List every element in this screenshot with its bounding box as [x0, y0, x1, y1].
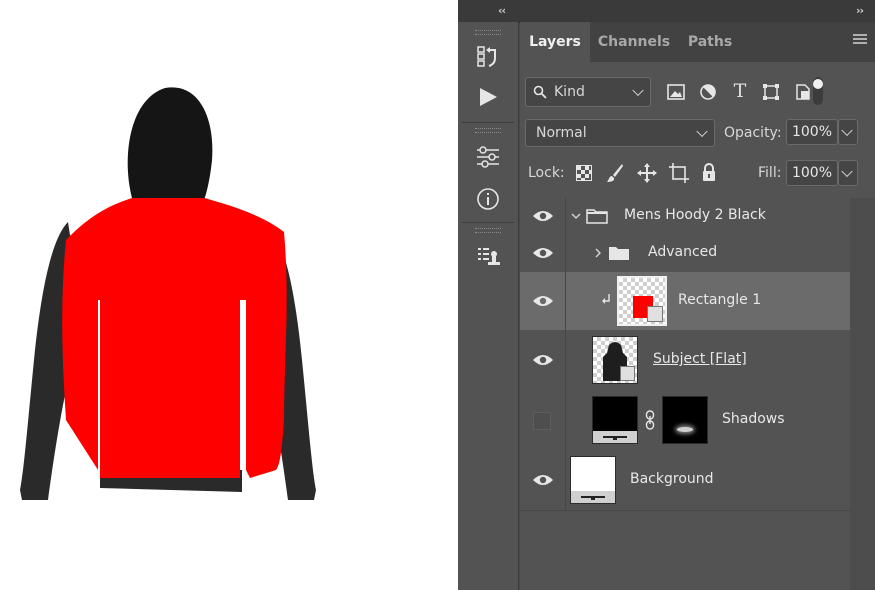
layer-row-subject-flat[interactable]: Subject [Flat]	[520, 330, 850, 391]
layer-row-background[interactable]: Background	[520, 450, 850, 511]
hoodie-mockup	[20, 87, 316, 500]
layer-thumbnail	[617, 276, 667, 326]
lock-artboard-icon[interactable]	[668, 162, 690, 184]
lock-transparent-icon[interactable]	[575, 164, 593, 182]
layer-name[interactable]: Rectangle 1	[678, 292, 761, 308]
smart-object-filter-icon[interactable]	[793, 82, 813, 102]
layer-thumbnail	[570, 456, 616, 504]
lock-paint-icon[interactable]	[605, 162, 625, 184]
visibility-toggle-empty[interactable]	[533, 412, 551, 430]
opacity-input[interactable]: 100%	[786, 119, 838, 145]
expand-panels-icon[interactable]: ››	[856, 4, 864, 17]
panel-tabs: Layers Channels Paths	[520, 22, 875, 62]
eye-icon[interactable]	[532, 473, 554, 487]
dock-grip[interactable]	[475, 228, 501, 233]
filter-toggle-icon[interactable]	[812, 76, 824, 106]
link-icon[interactable]	[644, 410, 656, 430]
fill-label: Fill:	[758, 165, 782, 181]
panel-header-strip: ‹‹ ››	[458, 0, 875, 23]
lock-all-icon[interactable]	[700, 161, 718, 183]
blend-mode-value: Normal	[536, 125, 587, 141]
clipping-mask-icon	[600, 292, 612, 308]
tab-paths[interactable]: Paths	[678, 22, 742, 62]
layer-name[interactable]: Background	[630, 471, 714, 487]
collapse-dock-icon[interactable]: ‹‹	[498, 4, 506, 17]
folder-icon	[586, 208, 608, 224]
fill-dropdown[interactable]	[838, 160, 858, 186]
panel-dock	[458, 22, 519, 590]
eye-icon[interactable]	[532, 209, 554, 223]
layer-comps-icon[interactable]	[472, 242, 504, 272]
chevron-down-icon[interactable]	[570, 210, 582, 222]
chevron-down-icon	[632, 84, 644, 97]
type-filter-icon[interactable]: T	[730, 80, 750, 102]
lock-position-icon[interactable]	[636, 162, 658, 184]
filter-kind-select[interactable]: Kind	[525, 77, 651, 107]
eye-icon[interactable]	[532, 294, 554, 308]
layer-name[interactable]: Mens Hoody 2 Black	[624, 207, 766, 223]
tab-layers[interactable]: Layers	[520, 22, 590, 62]
fill-input[interactable]: 100%	[786, 160, 838, 186]
hoodie-body-fill	[62, 198, 287, 478]
opacity-dropdown[interactable]	[838, 119, 858, 145]
photoshop-panels: ‹‹ ›› Layers Channels Paths Kind T Norma…	[458, 0, 875, 590]
eye-icon[interactable]	[532, 246, 554, 260]
folder-icon	[608, 245, 630, 261]
chevron-right-icon[interactable]	[592, 247, 604, 259]
search-icon	[532, 84, 548, 100]
adjustments-icon[interactable]	[472, 142, 504, 172]
layer-mask-thumbnail[interactable]	[662, 396, 708, 444]
eye-icon[interactable]	[532, 353, 554, 367]
layer-row-advanced-group[interactable]: Advanced	[520, 234, 850, 273]
layer-list-scrollbar[interactable]	[850, 198, 875, 590]
layer-name[interactable]: Subject [Flat]	[653, 351, 747, 367]
blend-mode-select[interactable]: Normal	[525, 119, 715, 147]
layer-row-mens-hoody-group[interactable]: Mens Hoody 2 Black	[520, 198, 850, 235]
layers-panel: Layers Channels Paths Kind T Normal Opac…	[520, 22, 875, 590]
history-icon[interactable]	[472, 42, 504, 72]
chevron-down-icon	[696, 125, 708, 138]
dock-grip[interactable]	[475, 128, 501, 133]
lock-label: Lock:	[528, 165, 565, 181]
opacity-label: Opacity:	[724, 125, 782, 141]
layer-thumbnail	[592, 396, 638, 444]
layer-name[interactable]: Advanced	[648, 244, 717, 260]
document-canvas[interactable]	[0, 0, 458, 590]
layer-row-rectangle-1[interactable]: Rectangle 1	[520, 272, 850, 331]
image-filter-icon[interactable]	[666, 82, 686, 102]
smart-object-badge-icon	[620, 366, 635, 381]
filter-kind-label: Kind	[554, 84, 585, 100]
adjustment-filter-icon[interactable]	[698, 82, 718, 102]
layer-row-shadows[interactable]: Shadows	[520, 390, 850, 451]
dock-grip[interactable]	[475, 30, 501, 35]
layer-thumbnail	[592, 336, 638, 384]
hoodie-hood	[127, 87, 213, 200]
info-icon[interactable]	[472, 184, 504, 214]
shape-filter-icon[interactable]	[761, 82, 781, 102]
actions-play-icon[interactable]	[472, 82, 504, 112]
smart-object-badge-icon	[647, 306, 663, 322]
panel-menu-icon[interactable]	[853, 34, 867, 46]
layer-name[interactable]: Shadows	[722, 411, 785, 427]
tab-channels[interactable]: Channels	[592, 22, 676, 62]
